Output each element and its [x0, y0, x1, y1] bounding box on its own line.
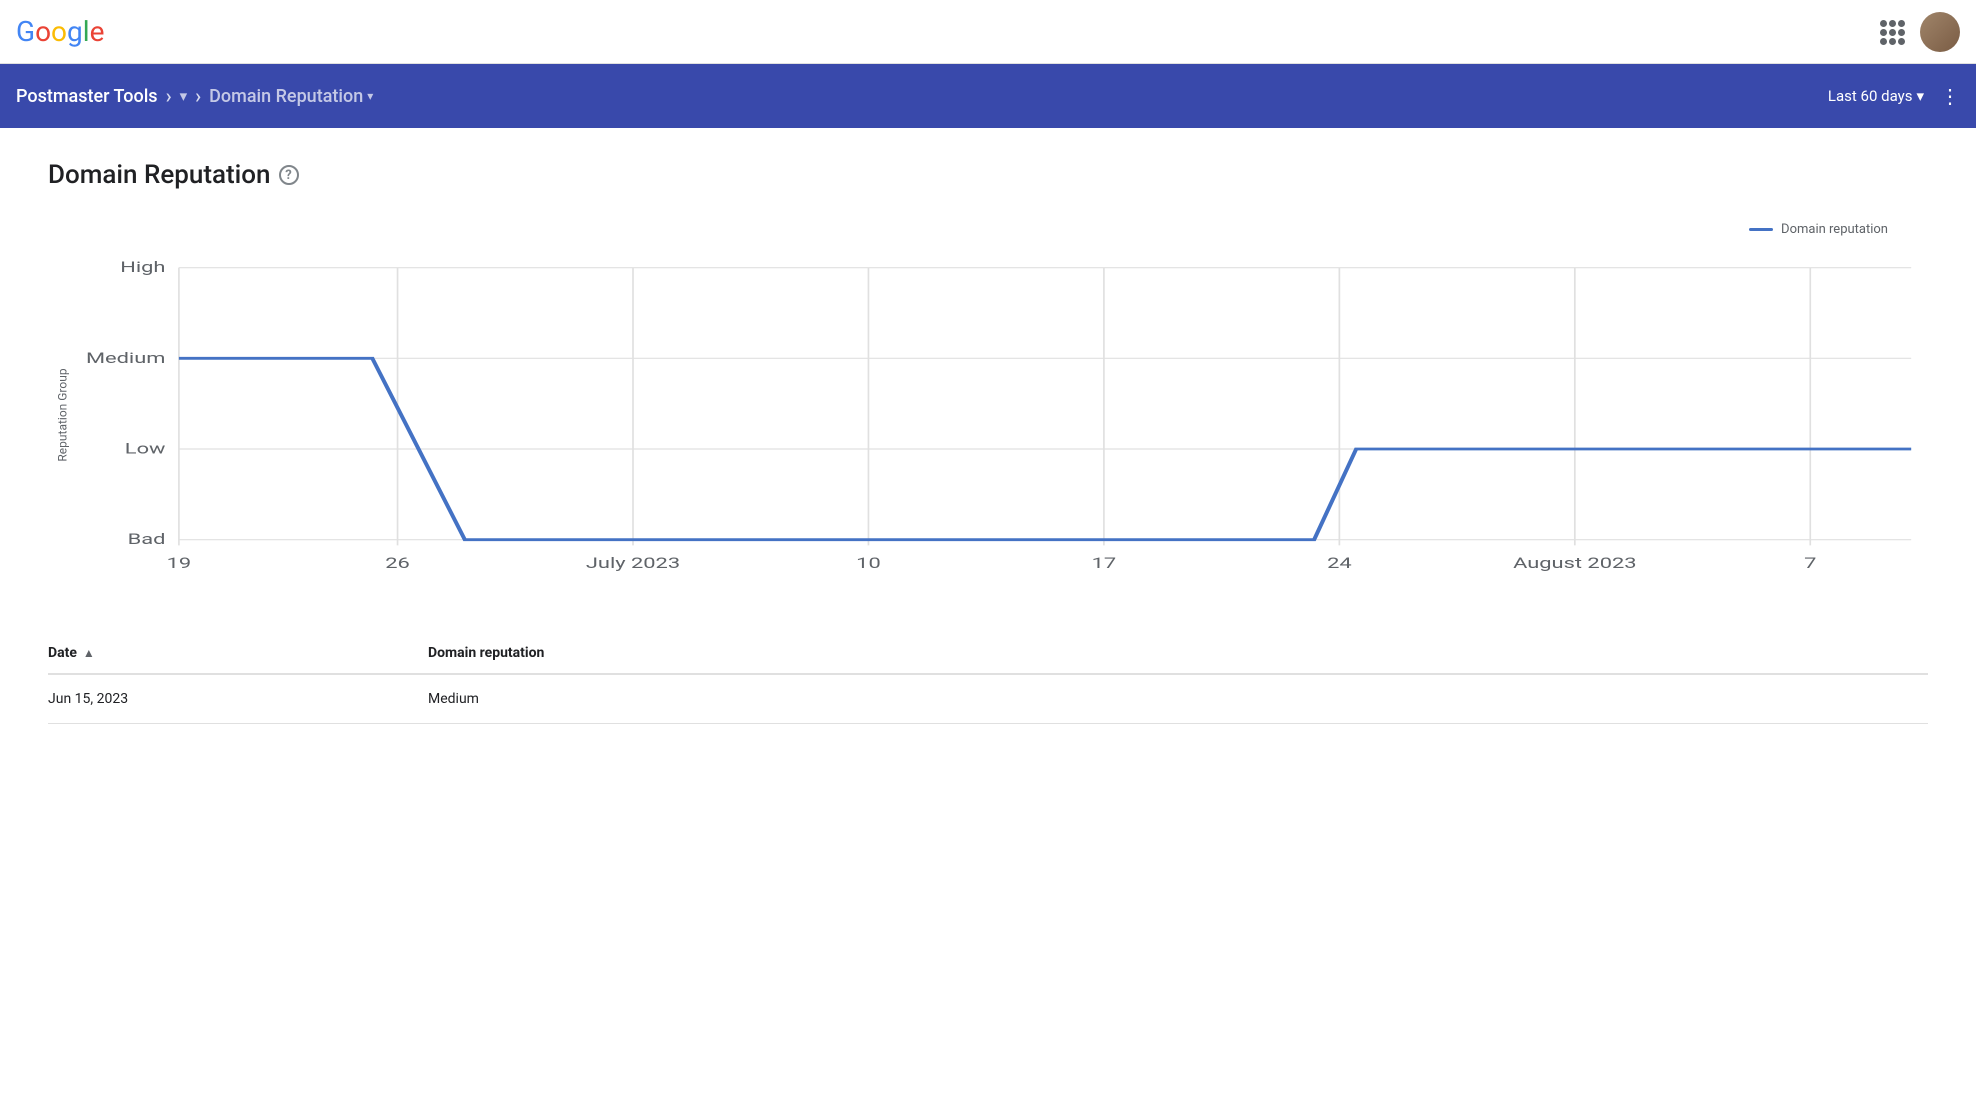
svg-text:Bad: Bad [128, 531, 166, 548]
nav-chevron-right2: › [195, 84, 201, 108]
top-bar: G o o g l e [0, 0, 1976, 64]
col-reputation-header: Domain reputation [428, 645, 1928, 661]
more-options-icon[interactable]: ⋮ [1940, 84, 1960, 108]
google-o1: o [35, 15, 51, 48]
svg-text:17: 17 [1092, 555, 1117, 572]
table-section: Date ▲ Domain reputation Jun 15, 2023 Me… [48, 633, 1928, 724]
chart-svg: High Medium Low Bad 19 26 July 2023 10 1… [78, 245, 1928, 585]
table-cell-reputation: Medium [428, 691, 1928, 707]
svg-text:Medium: Medium [86, 349, 165, 366]
chart-legend: Domain reputation [48, 222, 1928, 237]
nav-chevron-right: › [166, 84, 172, 108]
page-title: Domain Reputation [48, 160, 271, 190]
time-range-label: Last 60 days [1828, 87, 1913, 105]
legend-label: Domain reputation [1781, 222, 1888, 237]
table-header: Date ▲ Domain reputation [48, 633, 1928, 675]
time-range-dropdown[interactable]: Last 60 days ▾ [1828, 87, 1924, 105]
help-icon-symbol: ? [285, 168, 291, 183]
col-reputation-label: Domain reputation [428, 645, 544, 661]
y-axis-label-container: Reputation Group [48, 245, 78, 585]
col-date-header[interactable]: Date ▲ [48, 645, 428, 661]
nav-bar-left: Postmaster Tools › ▾ › Domain Reputation… [16, 84, 373, 108]
top-bar-right [1880, 12, 1960, 52]
svg-text:Low: Low [125, 440, 166, 457]
table-row: Jun 15, 2023 Medium [48, 675, 1928, 724]
svg-text:10: 10 [856, 555, 881, 572]
svg-text:August 2023: August 2023 [1513, 555, 1636, 572]
chart-wrapper: Reputation Group [48, 245, 1928, 585]
table-cell-date: Jun 15, 2023 [48, 691, 428, 707]
section-dropdown-arrow: ▾ [367, 89, 373, 103]
google-g2: g [67, 15, 83, 48]
domain-dropdown-label: ▾ [180, 87, 188, 105]
main-content: Domain Reputation ? Domain reputation Re… [0, 128, 1976, 756]
y-axis-label: Reputation Group [56, 368, 70, 461]
google-g: G [16, 15, 35, 48]
svg-text:High: High [120, 259, 165, 276]
nav-bar-right: Last 60 days ▾ ⋮ [1828, 84, 1960, 108]
user-avatar[interactable] [1920, 12, 1960, 52]
page-title-row: Domain Reputation ? [48, 160, 1928, 190]
top-bar-left: G o o g l e [16, 15, 104, 48]
google-l: l [83, 15, 90, 48]
google-logo: G o o g l e [16, 15, 104, 48]
tool-name[interactable]: Postmaster Tools [16, 86, 158, 107]
chart-container: Domain reputation Reputation Group [48, 222, 1928, 585]
nav-bar: Postmaster Tools › ▾ › Domain Reputation… [0, 64, 1976, 128]
svg-text:7: 7 [1804, 555, 1816, 572]
svg-text:July 2023: July 2023 [586, 555, 680, 572]
legend-line [1749, 228, 1773, 231]
time-range-arrow: ▾ [1916, 87, 1924, 105]
google-e: e [90, 15, 105, 48]
help-icon[interactable]: ? [279, 165, 299, 185]
svg-text:24: 24 [1327, 555, 1352, 572]
col-date-label: Date [48, 645, 77, 661]
sort-icon: ▲ [83, 646, 95, 660]
section-dropdown[interactable]: Domain Reputation ▾ [209, 86, 373, 107]
svg-text:19: 19 [167, 555, 192, 572]
svg-text:26: 26 [385, 555, 410, 572]
section-label: Domain Reputation [209, 86, 363, 107]
google-apps-icon[interactable] [1880, 20, 1904, 44]
domain-dropdown[interactable]: ▾ [180, 87, 188, 105]
google-o2: o [51, 15, 67, 48]
chart-inner: High Medium Low Bad 19 26 July 2023 10 1… [78, 245, 1928, 585]
